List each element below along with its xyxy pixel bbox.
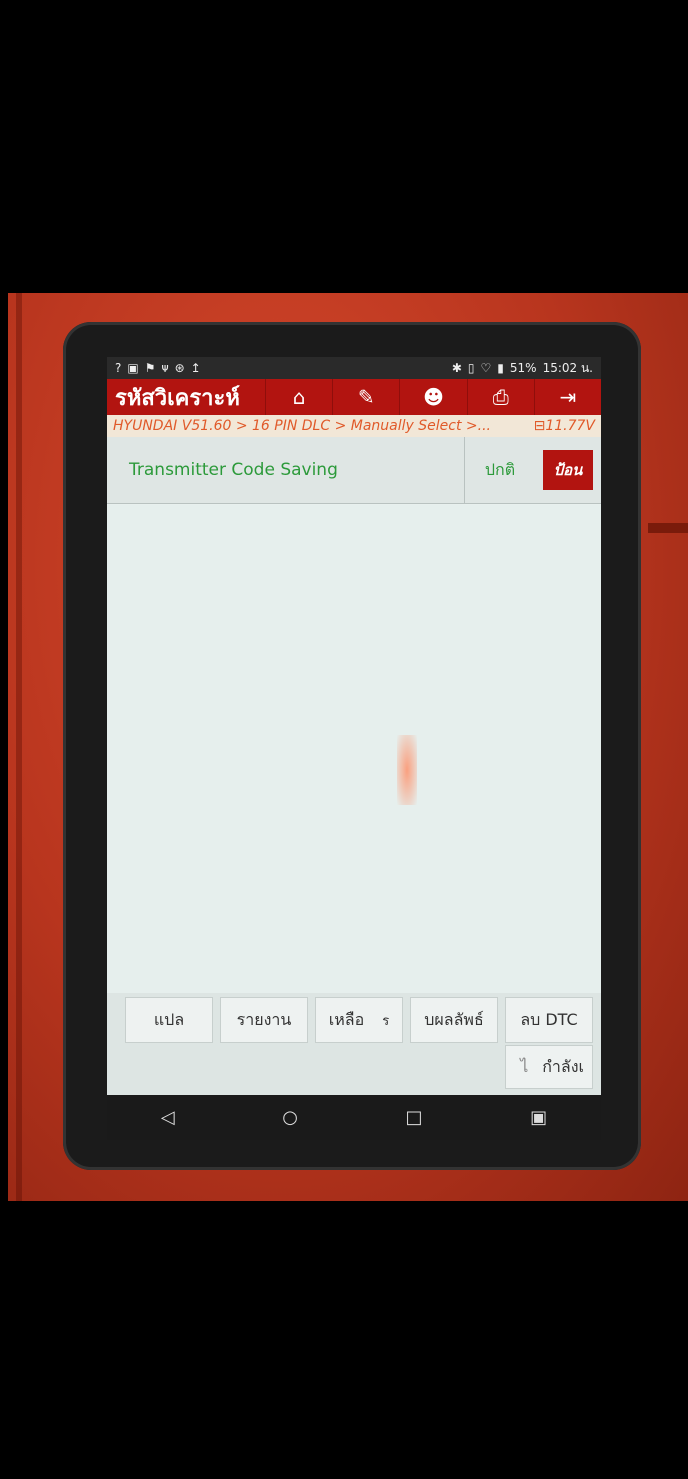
- breadcrumb-path: HYUNDAI V51.60 > 16 PIN DLC > Manually S…: [113, 418, 491, 434]
- remaining-button[interactable]: เหลือ ร: [315, 997, 403, 1043]
- vibrate-icon: ▯: [467, 361, 475, 375]
- edit-icon: ✎: [357, 385, 375, 409]
- status-icons-right: ✱ ▯ ♡ ▮ 51% 15:02 น.: [452, 359, 593, 378]
- input-button[interactable]: ป้อน: [543, 450, 593, 490]
- home-button[interactable]: ⌂: [265, 379, 332, 415]
- bottom-toolbar: แปล รายงาน เหลือ ร บผลลัพธ์ ลบ DTC ไ กำล…: [107, 993, 601, 1095]
- print-button[interactable]: ⎙: [466, 379, 534, 415]
- content-area: [107, 505, 601, 993]
- status-button[interactable]: ไ กำลังเ: [505, 1045, 593, 1089]
- home-nav-icon[interactable]: ○: [282, 1107, 298, 1128]
- clear-dtc-button[interactable]: ลบ DTC: [505, 997, 593, 1043]
- screen-glare: [397, 735, 417, 805]
- translate-button[interactable]: แปล: [125, 997, 213, 1043]
- wifi-icon: ♡: [480, 361, 492, 375]
- upload-icon: ↥: [190, 361, 201, 375]
- page-title: รหัสวิเคราะห์: [115, 385, 240, 411]
- android-nav-bar: ◁ ○ □ ▣: [107, 1095, 601, 1140]
- home-icon: ⌂: [292, 385, 306, 409]
- battery-voltage: ⊟11.77V: [533, 418, 595, 434]
- status-label: กำลังเ: [542, 1056, 584, 1076]
- sync-icon: ⊛: [174, 361, 185, 375]
- gallery-icon: ▣: [127, 361, 139, 375]
- case-edge: [16, 293, 22, 1201]
- status-prefix: ไ: [520, 1056, 529, 1076]
- print-icon: ⎙: [492, 385, 509, 409]
- remaining-suffix: ร: [382, 1013, 390, 1029]
- edit-button[interactable]: ✎: [332, 379, 399, 415]
- report-button[interactable]: รายงาน: [220, 997, 308, 1043]
- battery-icon: ▮: [497, 361, 504, 375]
- exit-icon: ⇥: [559, 385, 577, 409]
- location-icon: ⚑: [144, 361, 156, 375]
- remaining-label: เหลือ: [328, 1009, 365, 1029]
- android-status-bar: ? ▣ ⚑ ᴪ ⊛ ↥ ✱ ▯ ♡ ▮ 51% 15:02 น.: [107, 357, 601, 379]
- battery-percent: 51%: [509, 361, 537, 375]
- screenshot-icon[interactable]: ▣: [530, 1107, 547, 1128]
- result-button[interactable]: บผลลัพธ์: [410, 997, 498, 1043]
- breadcrumb: HYUNDAI V51.60 > 16 PIN DLC > Manually S…: [107, 415, 601, 437]
- app-titlebar: รหัสวิเคราะห์ ⌂ ✎ ☻ ⎙ ⇥: [107, 379, 601, 415]
- back-icon[interactable]: ◁: [161, 1107, 175, 1128]
- row-status: ปกติ: [464, 437, 535, 503]
- exit-button[interactable]: ⇥: [533, 379, 601, 415]
- user-button[interactable]: ☻: [399, 379, 466, 415]
- car-battery-icon: ⊟: [533, 418, 546, 434]
- table-row[interactable]: Transmitter Code Saving ปกติ ป้อน: [107, 437, 601, 504]
- row-name: Transmitter Code Saving: [129, 460, 338, 480]
- bluetooth-icon: ✱: [451, 361, 462, 375]
- usb-icon: ᴪ: [161, 361, 169, 375]
- clock: 15:02 น.: [542, 360, 593, 375]
- recents-icon[interactable]: □: [406, 1107, 423, 1128]
- signal-icon: ?: [115, 361, 122, 375]
- case-seam: [648, 523, 688, 533]
- tablet-screen: ? ▣ ⚑ ᴪ ⊛ ↥ ✱ ▯ ♡ ▮ 51% 15:02 น. รหัสวิเ…: [107, 357, 601, 1140]
- user-icon: ☻: [423, 385, 444, 409]
- status-icons-left: ? ▣ ⚑ ᴪ ⊛ ↥: [115, 361, 201, 375]
